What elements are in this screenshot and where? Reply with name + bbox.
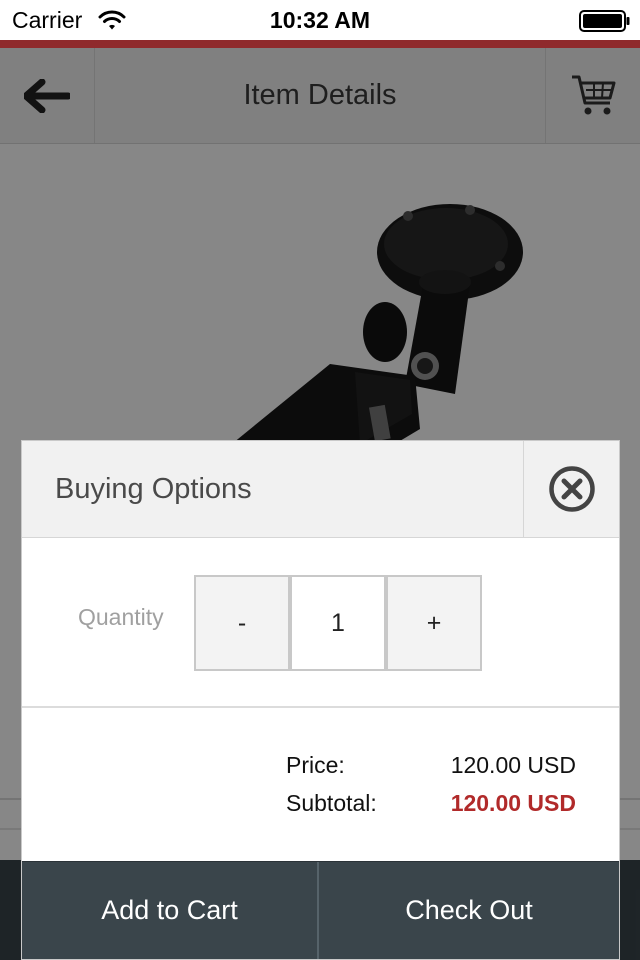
buying-options-modal: Buying Options Quantity - 1 + Price: 120…: [21, 440, 620, 960]
status-bar: Carrier 10:32 AM: [0, 0, 640, 40]
price-label: Price:: [286, 752, 345, 778]
battery-icon: [579, 10, 630, 32]
modal-header: Buying Options: [22, 441, 619, 538]
subtotal-value: 120.00 USD: [450, 790, 576, 816]
close-circle-icon: [548, 466, 595, 512]
close-button[interactable]: [523, 441, 619, 537]
quantity-section: Quantity - 1 +: [22, 538, 619, 708]
modal-actions: Add to Cart Check Out: [22, 861, 619, 959]
quantity-field[interactable]: 1: [290, 575, 386, 671]
increment-button[interactable]: +: [386, 575, 482, 671]
status-time: 10:32 AM: [269, 7, 371, 33]
decrement-button[interactable]: -: [194, 575, 290, 671]
checkout-button[interactable]: Check Out: [319, 862, 619, 959]
quantity-label: Quantity: [78, 604, 164, 630]
subtotal-label: Subtotal:: [286, 790, 377, 816]
price-value: 120.00 USD: [450, 752, 576, 778]
add-to-cart-button[interactable]: Add to Cart: [22, 862, 319, 959]
accent-bar: [0, 40, 640, 48]
modal-title: Buying Options: [55, 473, 252, 505]
